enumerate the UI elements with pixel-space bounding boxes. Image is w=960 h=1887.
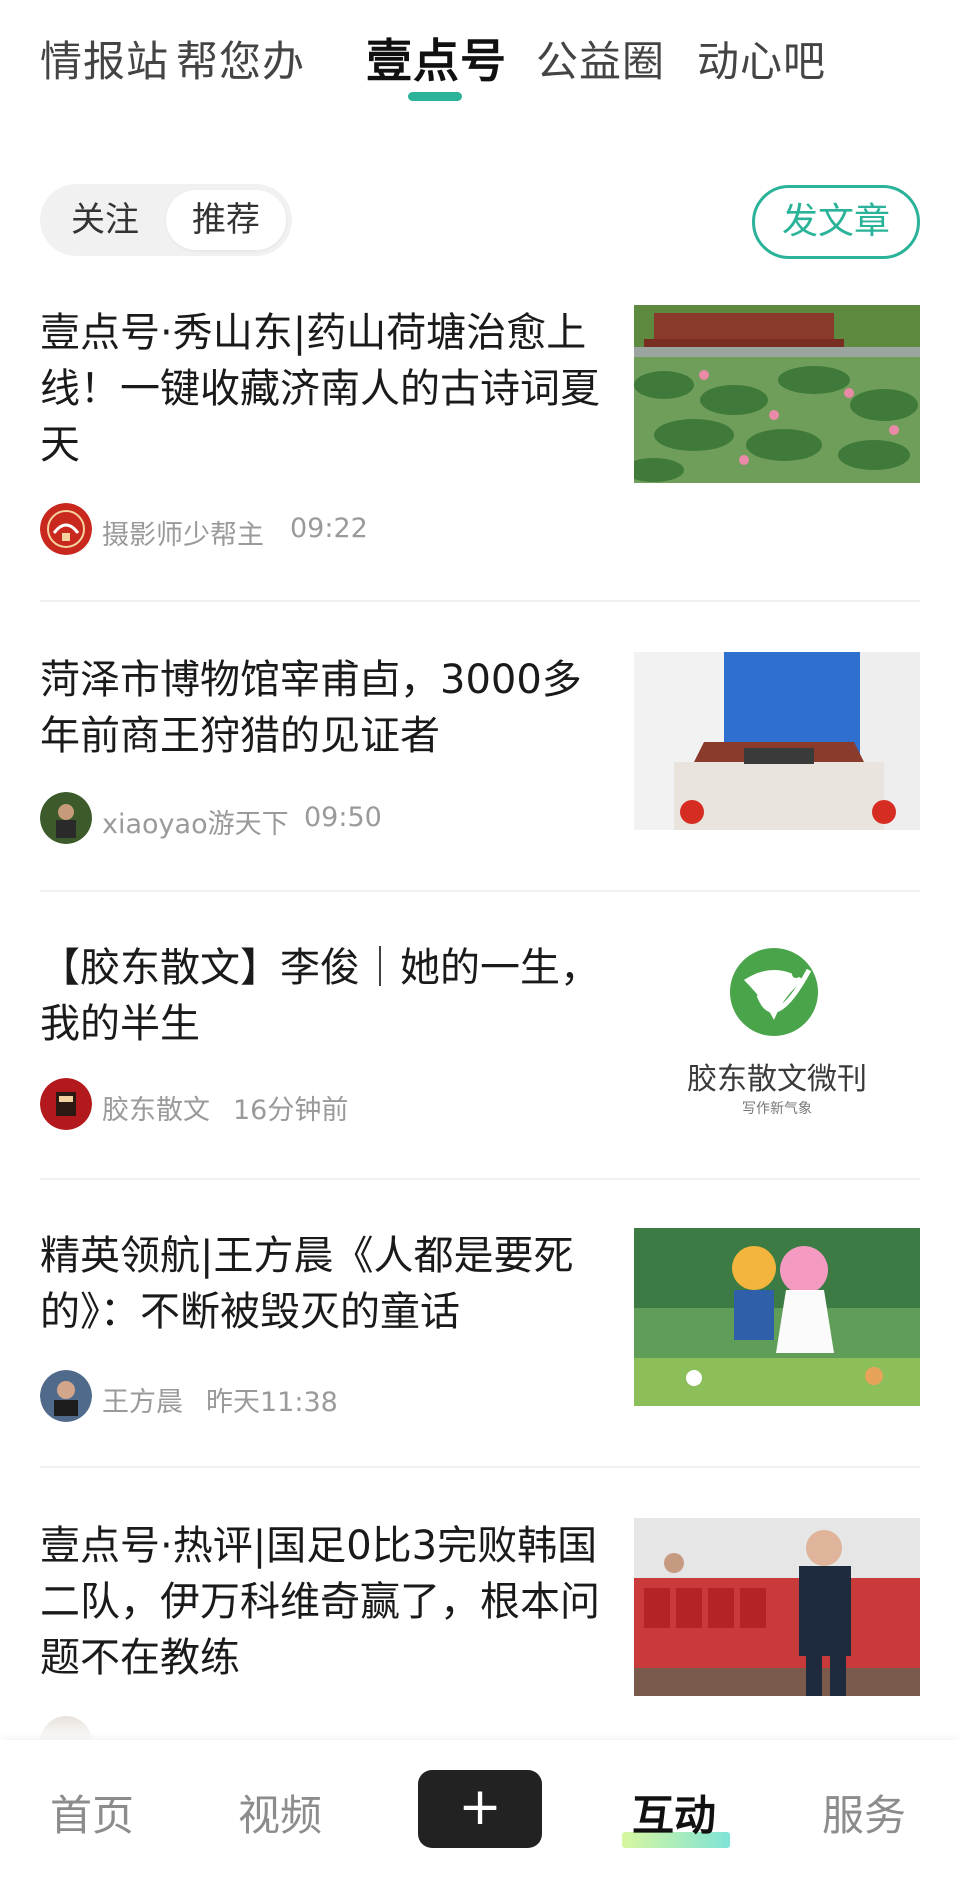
article-meta: 王方晨 昨天11:38 (40, 1370, 600, 1422)
tab-dongxin-bar[interactable]: 动心吧 (697, 28, 826, 89)
article-card[interactable]: 【胶东散文】李俊｜她的一生，我的半生 胶东散文 16分钟前 胶东散文微刊 写作新… (40, 940, 920, 1150)
publish-time: 09:50 (304, 802, 382, 833)
filter-recommend[interactable]: 推荐 (166, 190, 286, 250)
author-avatar[interactable] (40, 1078, 92, 1130)
write-article-button[interactable]: 发文章 (752, 185, 920, 259)
divider (40, 600, 920, 602)
article-card[interactable]: 壹点号·秀山东|药山荷塘治愈上线！一键收藏济南人的古诗词夏天 摄影师少帮主 09… (40, 305, 920, 565)
article-title[interactable]: 壹点号·秀山东|药山荷塘治愈上线！一键收藏济南人的古诗词夏天 (40, 305, 600, 473)
nav-service[interactable]: 服务 (822, 1782, 906, 1843)
author-name[interactable]: xiaoyao游天下 (102, 802, 289, 841)
article-title[interactable]: 菏泽市博物馆宰甫卣，3000多年前商王狩猎的见证者 (40, 652, 600, 764)
publish-time: 16分钟前 (233, 1095, 349, 1126)
publish-time: 昨天11:38 (206, 1387, 338, 1418)
scroll-fade (0, 1700, 960, 1742)
author-name[interactable]: 胶东散文 (102, 1088, 210, 1127)
divider (40, 890, 920, 892)
bottom-nav-bar: 首页 视频 + 互动 服务 (0, 1740, 960, 1887)
filter-follow[interactable]: 关注 (50, 184, 160, 256)
article-thumbnail[interactable]: 胶东散文微刊 写作新气象 (634, 940, 920, 1118)
divider (40, 1178, 920, 1180)
logo-tagline: 写作新气象 (742, 1101, 812, 1117)
active-tab-indicator (408, 92, 462, 101)
author-name[interactable]: 王方晨 (102, 1380, 183, 1419)
app-screen: 情报站 帮您办 壹点号 公益圈 动心吧 关注 推荐 发文章 壹点号·秀山东|药山… (0, 0, 960, 1887)
article-meta: 摄影师少帮主 09:22 (40, 503, 600, 555)
article-thumbnail[interactable] (634, 305, 920, 483)
author-avatar[interactable] (40, 503, 92, 555)
publish-time: 09:22 (290, 513, 368, 544)
article-card[interactable]: 菏泽市博物馆宰甫卣，3000多年前商王狩猎的见证者 xiaoyao游天下 09:… (40, 652, 920, 852)
article-thumbnail[interactable] (634, 652, 920, 830)
tab-intel-station[interactable]: 情报站 (40, 28, 169, 89)
article-meta: xiaoyao游天下 09:50 (40, 792, 600, 844)
nav-home[interactable]: 首页 (50, 1782, 134, 1843)
tab-yidian-hao[interactable]: 壹点号 (366, 25, 507, 91)
article-thumbnail[interactable] (634, 1228, 920, 1406)
article-title[interactable]: 壹点号·热评|国足0比3完败韩国二队，伊万科维奇赢了，根本问题不在教练 (40, 1518, 600, 1686)
author-avatar[interactable] (40, 1370, 92, 1422)
article-card[interactable]: 精英领航|王方晨《人都是要死的》：不断被毁灭的童话 王方晨 昨天11:38 (40, 1228, 920, 1438)
nav-interact[interactable]: 互动 (632, 1782, 716, 1843)
article-thumbnail[interactable] (634, 1518, 920, 1696)
tab-help-you[interactable]: 帮您办 (176, 28, 305, 89)
channel-tabs: 情报站 帮您办 壹点号 公益圈 动心吧 (0, 0, 960, 120)
author-name[interactable]: 摄影师少帮主 (102, 513, 264, 552)
publish-plus-button[interactable]: + (418, 1770, 542, 1848)
feed-filter-toggle: 关注 推荐 (40, 184, 292, 256)
tab-charity-circle[interactable]: 公益圈 (536, 28, 665, 89)
author-avatar[interactable] (40, 792, 92, 844)
logo-brand-text: 胶东散文微刊 (687, 1062, 867, 1097)
article-meta: 胶东散文 16分钟前 (40, 1078, 600, 1130)
nav-video[interactable]: 视频 (238, 1782, 322, 1843)
divider (40, 1466, 920, 1468)
article-title[interactable]: 【胶东散文】李俊｜她的一生，我的半生 (40, 940, 600, 1052)
article-title[interactable]: 精英领航|王方晨《人都是要死的》：不断被毁灭的童话 (40, 1228, 600, 1340)
